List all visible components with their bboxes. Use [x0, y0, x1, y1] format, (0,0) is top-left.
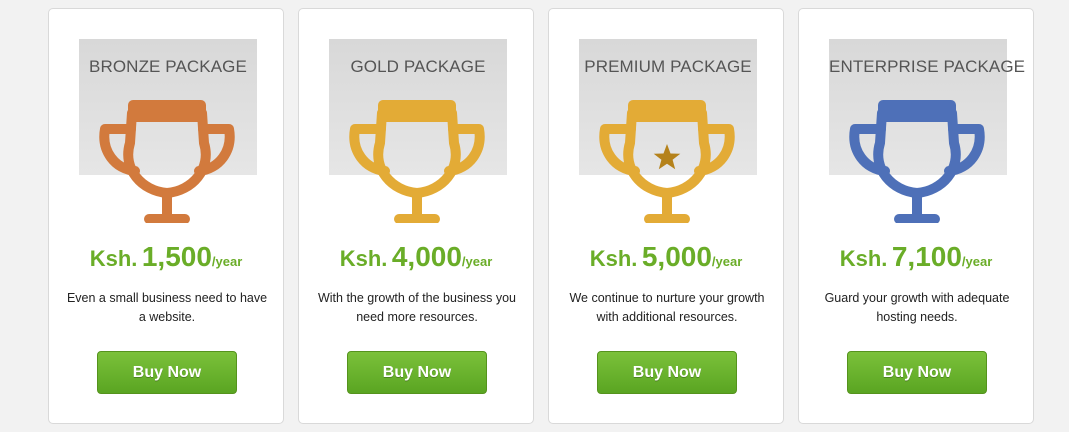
- package-price: Ksh. 7,100/year: [799, 241, 1033, 273]
- star-icon: [653, 144, 681, 170]
- package-description: With the growth of the business you need…: [317, 291, 517, 324]
- package-card-enterprise: ENTERPRISE PACKAGE Ksh. 7,100/year Guard…: [798, 8, 1034, 424]
- trophy-icon: [99, 100, 235, 223]
- package-card-premium: PREMIUM PACKAGE Ksh. 5,000/year We conti…: [548, 8, 784, 424]
- package-title: ENTERPRISE PACKAGE: [829, 57, 1026, 76]
- package-title: PREMIUM PACKAGE: [584, 57, 752, 76]
- price-period: /year: [961, 254, 993, 269]
- price-currency: Ksh.: [839, 246, 888, 271]
- trophy-star-icon: [599, 100, 735, 223]
- price-period: /year: [711, 254, 743, 269]
- package-title: BRONZE PACKAGE: [89, 57, 247, 76]
- price-amount: 5,000: [641, 241, 712, 272]
- package-description: We continue to nurture your growth with …: [569, 291, 765, 324]
- trophy-icon: [849, 100, 985, 223]
- trophy-icon: [349, 100, 485, 223]
- package-price: Ksh. 5,000/year: [549, 241, 783, 273]
- package-description: Guard your growth with adequate hosting …: [824, 291, 1010, 324]
- buy-now-button[interactable]: Buy Now: [97, 351, 237, 394]
- price-amount: 7,100: [891, 241, 962, 272]
- buy-now-button[interactable]: Buy Now: [347, 351, 487, 394]
- price-amount: 4,000: [391, 241, 462, 272]
- price-currency: Ksh.: [589, 246, 638, 271]
- price-currency: Ksh.: [339, 246, 388, 271]
- buy-now-button[interactable]: Buy Now: [597, 351, 737, 394]
- buy-now-button[interactable]: Buy Now: [847, 351, 987, 394]
- package-price: Ksh. 4,000/year: [299, 241, 533, 273]
- package-description: Even a small business need to have a web…: [66, 291, 268, 324]
- package-card-gold: GOLD PACKAGE Ksh. 4,000/year With the gr…: [298, 8, 534, 424]
- package-card-bronze: BRONZE PACKAGE Ksh. 1,500/year Even a sm…: [48, 8, 284, 424]
- price-period: /year: [211, 254, 243, 269]
- price-amount: 1,500: [141, 241, 212, 272]
- pricing-cards: BRONZE PACKAGE Ksh. 1,500/year Even a sm…: [48, 8, 1034, 424]
- package-price: Ksh. 1,500/year: [49, 241, 283, 273]
- price-currency: Ksh.: [89, 246, 138, 271]
- price-period: /year: [461, 254, 493, 269]
- package-title: GOLD PACKAGE: [350, 57, 486, 76]
